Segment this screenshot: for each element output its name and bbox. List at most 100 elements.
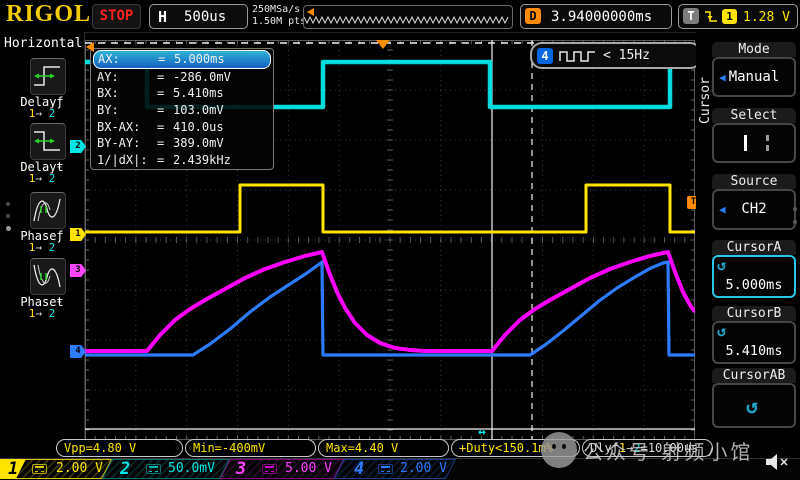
bx-label: BX: bbox=[97, 86, 157, 100]
menu-item-phase-falling[interactable] bbox=[30, 258, 66, 295]
channel3-scale: 5.00 V bbox=[285, 459, 332, 480]
waveform-thumbnail bbox=[303, 5, 513, 29]
trigger-label: T bbox=[683, 8, 699, 24]
waveform-display: AX:=5.000ms AY:=-286.0mV BX:=5.410ms BY:… bbox=[85, 40, 695, 440]
trace-ch1 bbox=[85, 185, 695, 232]
phase-falling-edge-icon bbox=[31, 259, 63, 292]
trigger-position-icon[interactable] bbox=[376, 40, 390, 49]
trigger-offscreen-arrow-icon bbox=[86, 42, 94, 52]
left-menu-title: Horizontal bbox=[4, 36, 82, 51]
menu-item-delay-rising[interactable] bbox=[30, 58, 66, 95]
channel1-number: 1 bbox=[8, 459, 18, 480]
measurement-max: Max=4.40 V bbox=[318, 439, 449, 457]
acquisition-info: 250MSa/s 1.50M pts bbox=[252, 4, 306, 28]
delay-badge: D bbox=[525, 8, 541, 24]
dst-ch: 2 bbox=[49, 107, 56, 120]
arrow: → bbox=[35, 107, 42, 120]
phase-rising-edge-icon bbox=[31, 193, 63, 226]
ay-value: -286.0mV bbox=[173, 70, 267, 84]
menu-dot bbox=[793, 220, 797, 224]
frequency-counter: 4 < 15Hz bbox=[530, 42, 702, 69]
channel3-coupling-icon bbox=[262, 464, 277, 474]
menu-item-phase-rising[interactable] bbox=[30, 192, 66, 229]
dst-ch: 2 bbox=[49, 172, 56, 185]
delay-value: 3.94000000ms bbox=[551, 9, 652, 25]
knob-icon: ↺ bbox=[717, 322, 726, 340]
knob-icon: ↺ bbox=[746, 394, 758, 418]
readout-row-byay: BY-AY:=389.0mV bbox=[93, 135, 271, 152]
arrow: → bbox=[35, 307, 42, 320]
channel2-coupling-icon bbox=[146, 464, 161, 474]
menu-sub-delay-rising: 1→ 2 bbox=[0, 107, 84, 120]
mode-label: Mode bbox=[712, 42, 796, 57]
cursor-b-softkey[interactable]: ↺ 5.410ms bbox=[712, 321, 796, 364]
sample-rate: 250MSa/s bbox=[252, 4, 306, 16]
byay-label: BY-AY: bbox=[97, 136, 157, 150]
trigger-source-badge: 1 bbox=[722, 9, 737, 24]
cursor-ab-label: CursorAB bbox=[712, 368, 796, 383]
rigol-logo: RIGOL bbox=[6, 1, 91, 28]
readout-row-freq: 1/|dX|:=2.439kHz bbox=[93, 151, 271, 168]
readout-row-by: BY:=103.0mV bbox=[93, 102, 271, 119]
source-softkey[interactable]: ◀ CH2 bbox=[712, 189, 796, 230]
wechat-icon bbox=[541, 432, 577, 468]
channel2-number: 2 bbox=[120, 459, 130, 480]
dst-ch: 2 bbox=[49, 307, 56, 320]
horizontal-menu: Horizontal Delayƒ 1→ 2 Delayŧ 1→ 2 bbox=[0, 32, 85, 458]
source-label: Source bbox=[712, 174, 796, 189]
cursor-drag-icon[interactable]: ↔ bbox=[478, 425, 486, 440]
eq: = bbox=[157, 70, 173, 84]
horizontal-label: H bbox=[158, 8, 167, 26]
trigger-box: T 1 1.28 V bbox=[678, 4, 798, 29]
eq: = bbox=[157, 120, 173, 134]
menu-sub-delay-falling: 1→ 2 bbox=[0, 172, 84, 185]
knob-icon: ↺ bbox=[717, 256, 726, 274]
measurement-min: Min=-400mV bbox=[185, 439, 316, 457]
square-wave-icon bbox=[559, 50, 597, 62]
ax-value: 5.000ms bbox=[174, 52, 266, 66]
cursor-ab-softkey[interactable]: ↺ bbox=[712, 383, 796, 428]
source-value: CH2 bbox=[714, 201, 794, 217]
watermark-text: 公众号 射频小馆 bbox=[583, 436, 753, 465]
channel4-scale: 2.00 V bbox=[400, 459, 447, 480]
eq: = bbox=[158, 52, 174, 66]
ay-label: AY: bbox=[97, 70, 157, 84]
channel1-coupling-icon bbox=[32, 464, 47, 474]
bx-value: 5.410ms bbox=[173, 86, 267, 100]
by-value: 103.0mV bbox=[173, 103, 267, 117]
channel4-coupling-icon bbox=[378, 464, 393, 474]
trigger-level-value: 1.28 V bbox=[743, 10, 790, 25]
timebase-value: 500us bbox=[184, 9, 226, 25]
menu-item-delay-falling[interactable] bbox=[30, 123, 66, 160]
readout-row-ax: AX:=5.000ms bbox=[93, 50, 271, 69]
bxax-value: 410.0us bbox=[173, 120, 267, 134]
by-label: BY: bbox=[97, 103, 157, 117]
cursor-b-line-icon bbox=[766, 135, 769, 151]
readout-row-bxax: BX-AX:=410.0us bbox=[93, 118, 271, 135]
select-softkey[interactable] bbox=[712, 123, 796, 163]
page-dot-active bbox=[6, 226, 11, 231]
horizontal-timebase-box: H 500us bbox=[149, 4, 248, 29]
channel1-scale: 2.00 V bbox=[56, 459, 103, 480]
menu-dot bbox=[793, 207, 797, 211]
menu-sub-phase-falling: 1→ 2 bbox=[0, 307, 84, 320]
top-status-bar: RIGOL STOP H 500us 250MSa/s 1.50M pts D … bbox=[0, 0, 800, 33]
channel3-number: 3 bbox=[236, 459, 246, 480]
oscilloscope-screen: RIGOL STOP H 500us 250MSa/s 1.50M pts D … bbox=[0, 0, 800, 480]
bxax-label: BX-AX: bbox=[97, 120, 157, 134]
delay-box: D 3.94000000ms bbox=[520, 4, 672, 29]
readout-row-bx: BX:=5.410ms bbox=[93, 85, 271, 102]
cursor-a-softkey[interactable]: ↺ 5.000ms bbox=[712, 255, 796, 298]
speaker-muted-icon bbox=[763, 452, 791, 472]
measurement-vpp: Vpp=4.80 V bbox=[56, 439, 183, 457]
inv-dx-label: 1/|dX|: bbox=[97, 153, 157, 167]
page-dot bbox=[6, 202, 10, 206]
eq: = bbox=[157, 136, 173, 150]
freq-counter-value: < 15Hz bbox=[603, 48, 650, 63]
eq: = bbox=[157, 103, 173, 117]
arrow: → bbox=[35, 241, 42, 254]
mode-softkey[interactable]: ◀ Manual bbox=[712, 57, 796, 97]
byay-value: 389.0mV bbox=[173, 136, 267, 150]
freq-source-badge: 4 bbox=[537, 48, 553, 64]
menu-sub-phase-rising: 1→ 2 bbox=[0, 241, 84, 254]
